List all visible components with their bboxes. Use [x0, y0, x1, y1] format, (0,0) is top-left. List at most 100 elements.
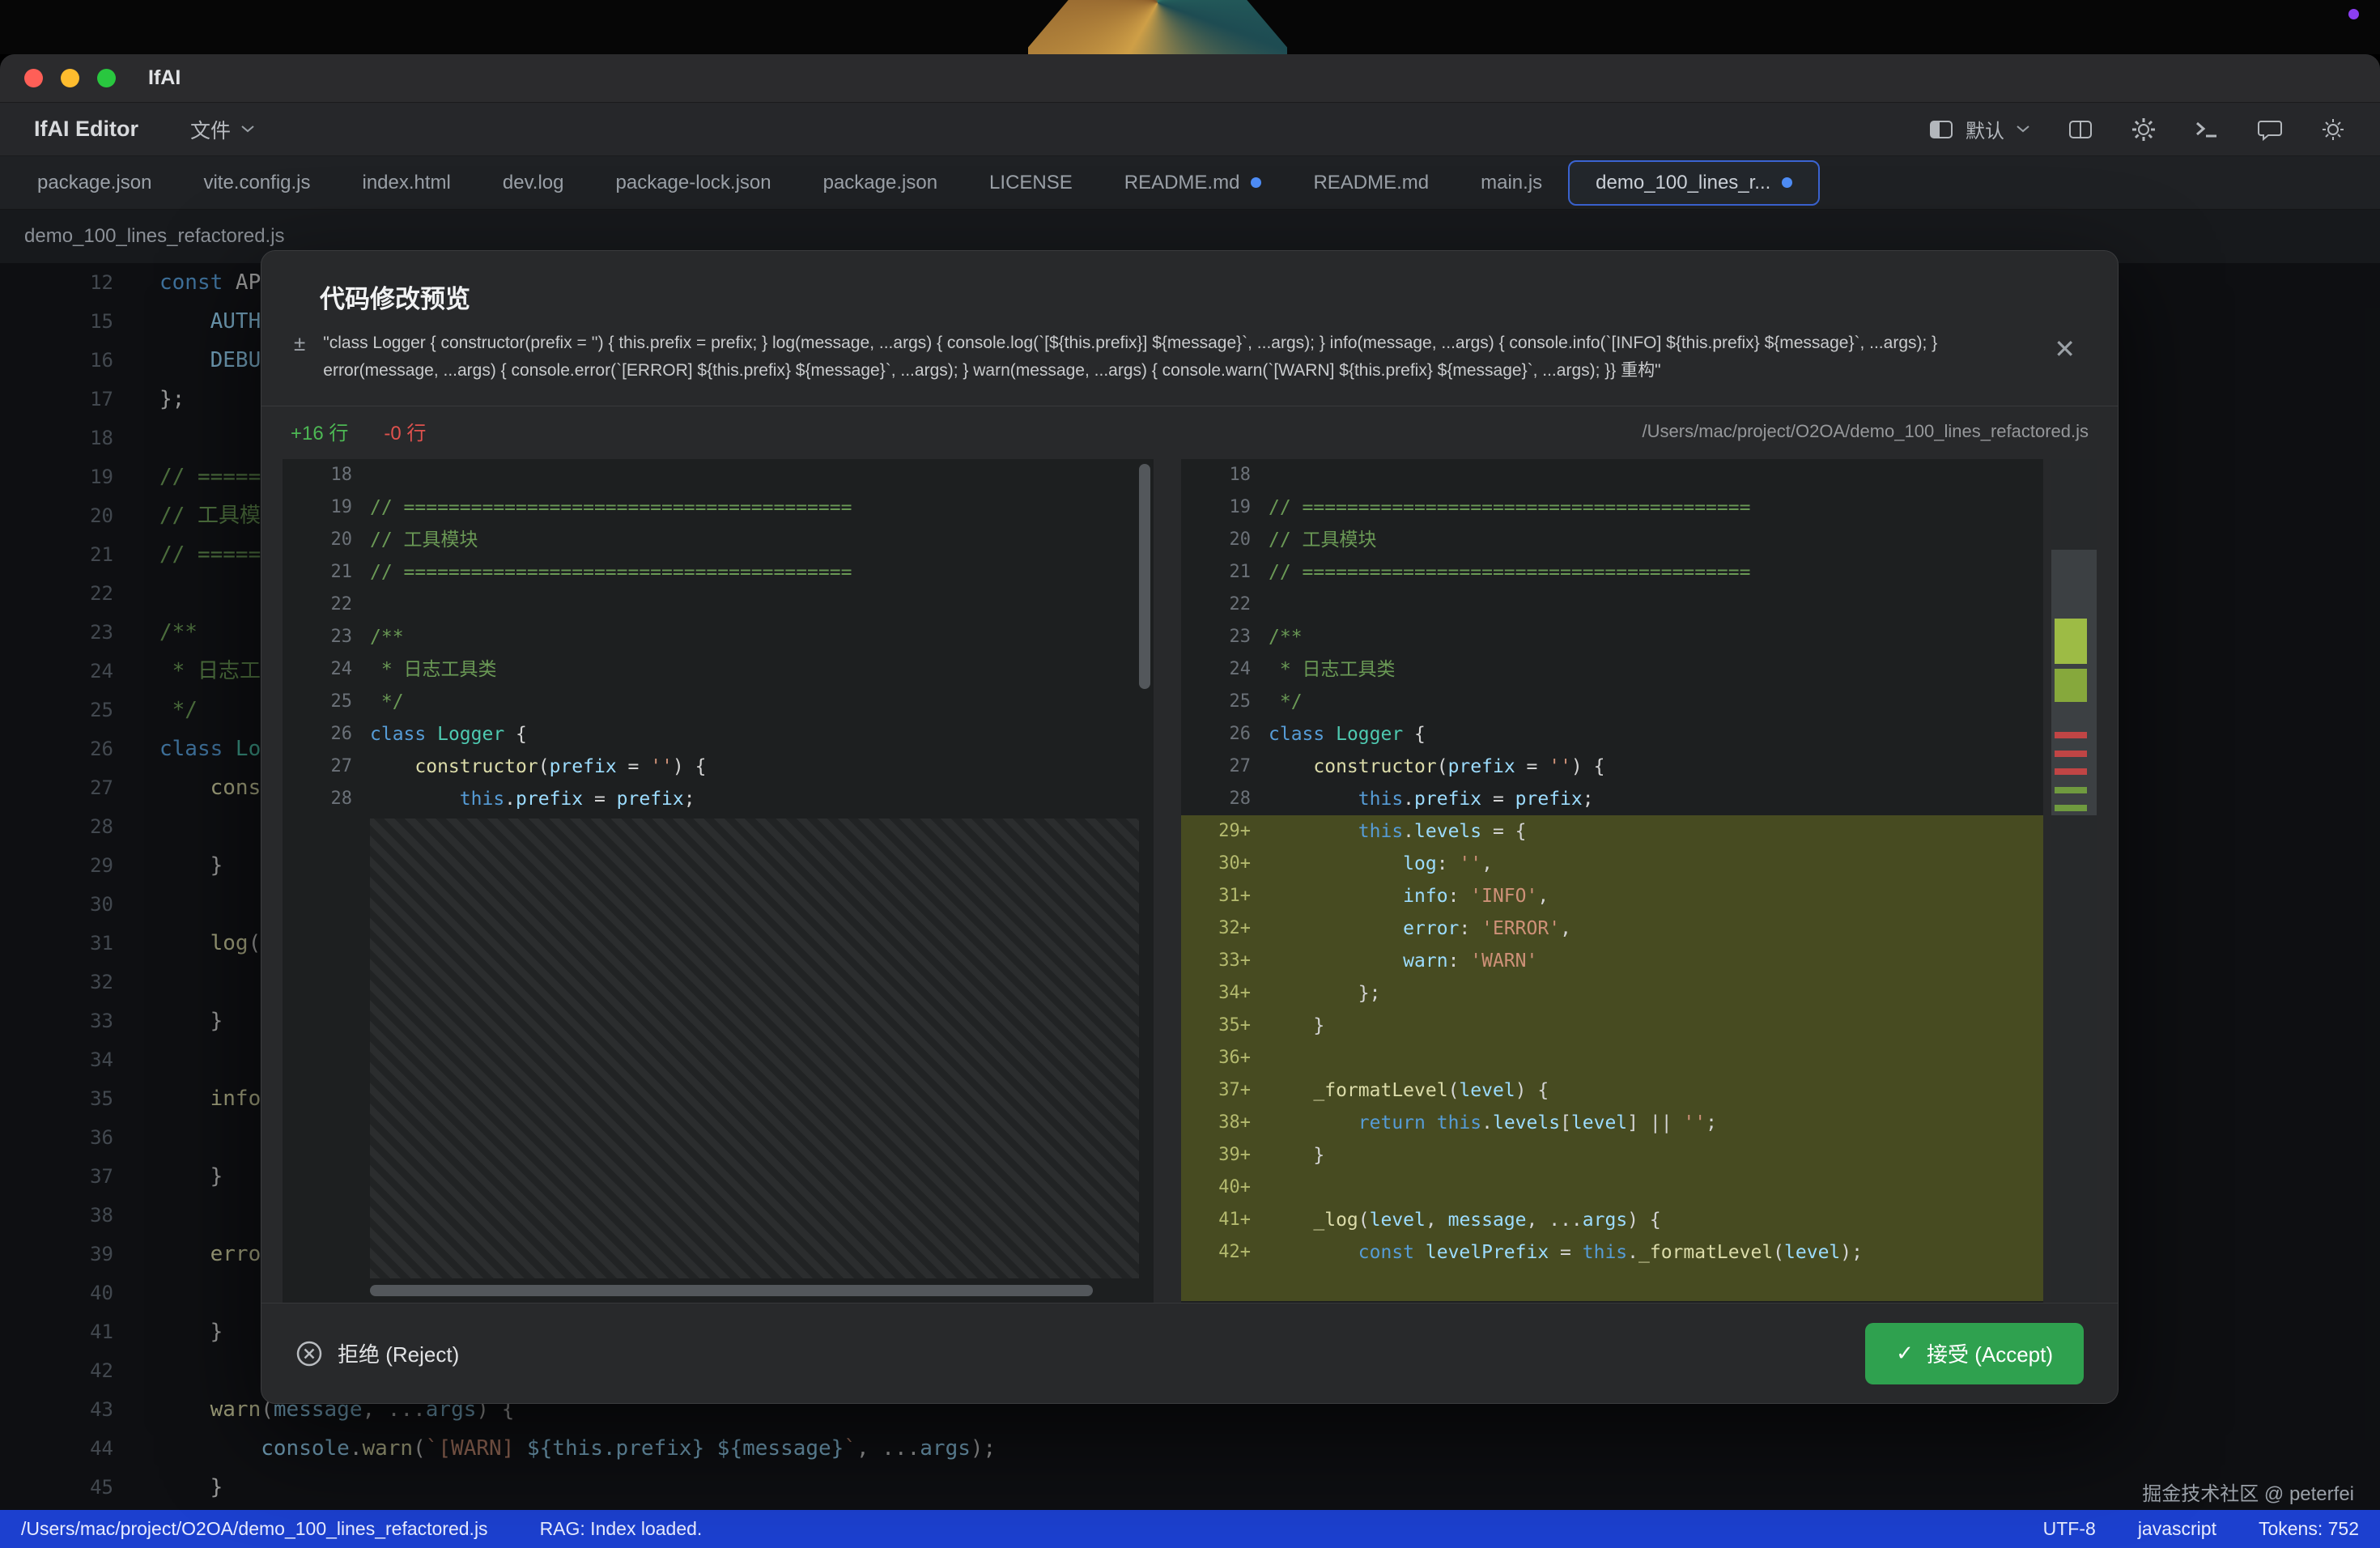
code-line: 22 [1181, 589, 2043, 621]
menu-file[interactable]: 文件 [190, 115, 255, 144]
code-line: 25 */ [283, 686, 1154, 718]
line-number: 36+ [1181, 1042, 1251, 1074]
status-language[interactable]: javascript [2138, 1518, 2216, 1540]
split-editor-icon[interactable] [2068, 117, 2093, 142]
screen-indicator-dot [2348, 9, 2359, 19]
tab-index.html[interactable]: index.html [337, 156, 477, 209]
modified-dot-icon [1251, 177, 1261, 188]
close-window-button[interactable] [24, 69, 43, 87]
code-line: 32+ error: 'ERROR', [1181, 912, 2043, 945]
modal-title: 代码修改预览 [320, 279, 1996, 315]
horizontal-scrollbar[interactable] [370, 1285, 1093, 1296]
diff-modified-pane[interactable]: 1819// =================================… [1181, 459, 2043, 1303]
tab-readme.md[interactable]: README.md [1099, 156, 1288, 209]
code-line: 21// ===================================… [1181, 556, 2043, 589]
diff-view: 1819// =================================… [261, 456, 2118, 1303]
minimize-window-button[interactable] [61, 69, 79, 87]
tab-vite.config.js[interactable]: vite.config.js [177, 156, 336, 209]
settings-gear-icon[interactable] [2131, 117, 2157, 142]
tab-license[interactable]: LICENSE [963, 156, 1099, 209]
accept-button[interactable]: ✓ 接受 (Accept) [1865, 1323, 2084, 1384]
code-line: 20// 工具模块 [283, 524, 1154, 556]
tab-label: README.md [1124, 172, 1240, 194]
line-number: 24 [283, 653, 352, 686]
line-number: 34+ [1181, 977, 1251, 1010]
code-line: 26class Logger { [1181, 718, 2043, 751]
tab-dev.log[interactable]: dev.log [477, 156, 590, 209]
tab-label: vite.config.js [203, 172, 310, 194]
line-number: 26 [1181, 718, 1251, 751]
line-number: 42+ [1181, 1236, 1251, 1269]
code-line: 40+ [1181, 1172, 2043, 1204]
line-number: 18 [283, 459, 352, 491]
line-number: 18 [1181, 459, 1251, 491]
tab-label: index.html [363, 172, 451, 194]
reject-button[interactable]: 拒绝 (Reject) [295, 1338, 459, 1368]
tab-demo_100_lines_r...[interactable]: demo_100_lines_r... [1568, 160, 1820, 206]
line-number: 25 [1181, 686, 1251, 718]
modified-dot-icon [1782, 177, 1792, 188]
line-number: 23 [283, 621, 352, 653]
window-titlebar: IfAI [0, 54, 2380, 103]
check-icon: ✓ [1896, 1341, 1914, 1366]
diff-original-pane[interactable]: 1819// =================================… [283, 459, 1154, 1303]
line-number: 22 [1181, 589, 1251, 621]
tab-bar: package.json vite.config.js index.html dev.… [0, 156, 2380, 210]
tab-main.js[interactable]: main.js [1455, 156, 1568, 209]
layout-selector[interactable]: 默认 [1928, 115, 2030, 143]
diff-stats-row: +16 行 -0 行 /Users/mac/project/O2OA/demo_… [261, 406, 2118, 456]
code-line: 18 [1181, 459, 2043, 491]
lines-removed-count: -0 行 [384, 417, 426, 445]
chevron-down-icon [2016, 125, 2030, 134]
line-number: 19 [283, 491, 352, 524]
diff-minimap[interactable] [2051, 459, 2097, 1303]
status-token-count: Tokens: 752 [2259, 1518, 2359, 1540]
zoom-window-button[interactable] [97, 69, 116, 87]
line-number: 25 [283, 686, 352, 718]
tab-label: main.js [1481, 172, 1542, 194]
desktop-background [0, 0, 2380, 54]
app-window: IfAI IfAI Editor 文件 默认 package.jsonvite.… [0, 54, 2380, 1548]
minimap-removed-mark [2055, 751, 2087, 757]
vertical-scrollbar[interactable] [1139, 464, 1150, 689]
line-number: 28 [283, 783, 352, 815]
watermark: 掘金技术社区 @ peterfei [2142, 1478, 2354, 1506]
code-line: 24 * 日志工具类 [1181, 653, 2043, 686]
code-line: 42+ const levelPrefix = this._formatLeve… [1181, 1236, 2043, 1269]
status-encoding[interactable]: UTF-8 [2043, 1518, 2096, 1540]
close-icon[interactable]: ✕ [2054, 334, 2076, 364]
code-line: 19// ===================================… [283, 491, 1154, 524]
line-number: 24 [1181, 653, 1251, 686]
modified-code-lines: 1819// =================================… [1181, 459, 2043, 1301]
status-rag-indicator: RAG: Index loaded. [540, 1518, 703, 1540]
tab-package-lock.json[interactable]: package-lock.json [590, 156, 797, 209]
line-number: 26 [283, 718, 352, 751]
line-number: 41+ [1181, 1204, 1251, 1236]
code-line: 25 */ [1181, 686, 2043, 718]
line-number [1181, 1269, 1251, 1301]
code-line: 28 this.prefix = prefix; [1181, 783, 2043, 815]
code-line: 37+ _formatLevel(level) { [1181, 1074, 2043, 1107]
lines-added-count: +16 行 [291, 417, 348, 445]
layout-label: 默认 [1966, 115, 2004, 143]
tab-label: package-lock.json [616, 172, 771, 194]
theme-toggle-icon[interactable] [2320, 117, 2346, 142]
chat-icon[interactable] [2257, 117, 2283, 142]
tab-package.json[interactable]: package.json [797, 156, 963, 209]
code-line: 27 constructor(prefix = '') { [1181, 751, 2043, 783]
line-number: 40+ [1181, 1172, 1251, 1204]
tab-label: LICENSE [989, 172, 1073, 194]
minimap-added-mark [2055, 669, 2087, 702]
tab-readme.md[interactable]: README.md [1287, 156, 1455, 209]
tab-label: README.md [1313, 172, 1429, 194]
code-line: 36+ [1181, 1042, 2043, 1074]
original-code-lines: 1819// =================================… [283, 459, 1154, 815]
accept-button-label: 接受 (Accept) [1927, 1338, 2053, 1368]
line-number: 29+ [1181, 815, 1251, 848]
terminal-icon[interactable] [2194, 117, 2220, 142]
window-title: IfAI [148, 66, 181, 90]
status-file-path: /Users/mac/project/O2OA/demo_100_lines_r… [21, 1518, 488, 1540]
tab-label: demo_100_lines_r... [1596, 172, 1770, 194]
tab-package.json[interactable]: package.json [11, 156, 177, 209]
line-number: 27 [1181, 751, 1251, 783]
